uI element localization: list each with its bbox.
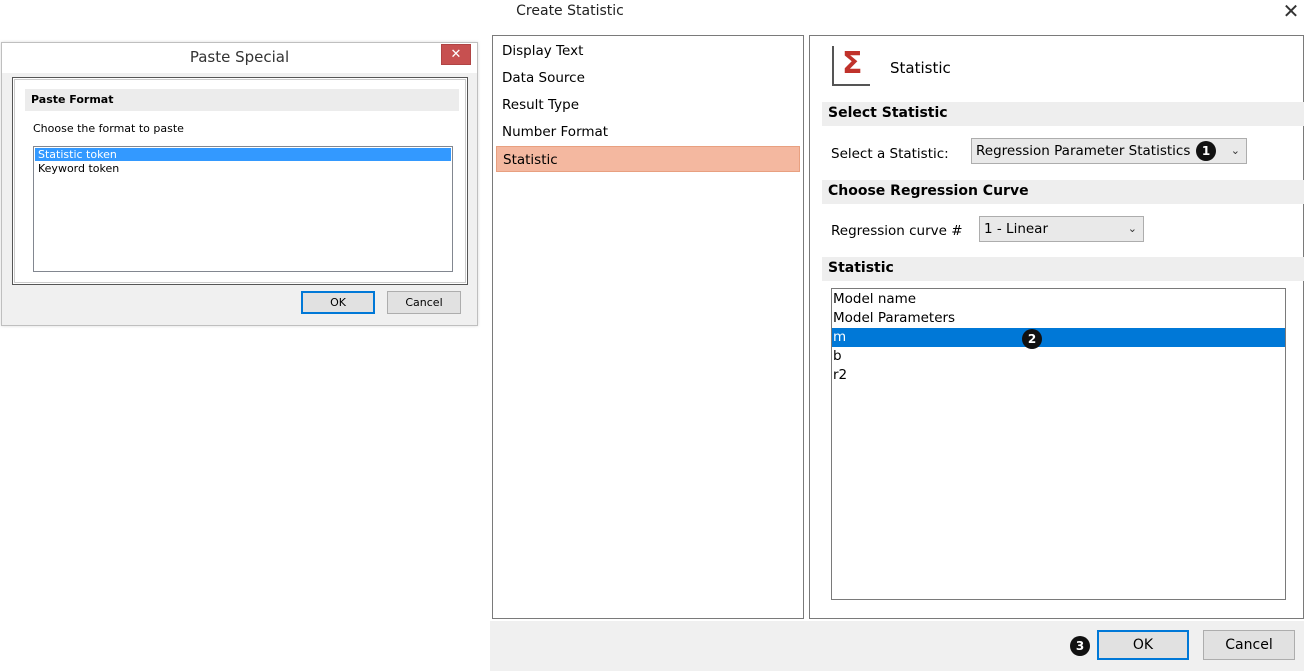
callout-marker-1: 1	[1196, 141, 1216, 161]
nav-item-display-text[interactable]: Display Text	[496, 38, 800, 64]
format-item-keyword-token[interactable]: Keyword token	[35, 162, 451, 175]
create-statistic-footer: 3 OK Cancel	[490, 621, 1304, 671]
regression-curve-value: 1 - Linear	[984, 221, 1048, 237]
statistic-list[interactable]: Model name Model Parameters m b r2	[831, 288, 1286, 600]
create-statistic-close-button[interactable]: ✕	[1280, 0, 1302, 22]
section-statistic: Statistic	[822, 257, 1304, 281]
create-statistic-cancel-button[interactable]: Cancel	[1203, 630, 1295, 660]
create-statistic-ok-button[interactable]: OK	[1097, 630, 1189, 660]
section-choose-regression-curve: Choose Regression Curve	[822, 180, 1304, 204]
sigma-icon: Σ	[832, 46, 870, 86]
close-icon: ✕	[1282, 0, 1300, 23]
select-statistic-value: Regression Parameter Statistics	[976, 143, 1191, 159]
create-statistic-nav: Display Text Data Source Result Type Num…	[492, 35, 804, 619]
chevron-down-icon: ⌄	[1127, 222, 1137, 235]
chevron-down-icon: ⌄	[1230, 144, 1240, 157]
nav-item-number-format[interactable]: Number Format	[496, 119, 800, 145]
nav-item-data-source[interactable]: Data Source	[496, 65, 800, 91]
paste-special-title: Paste Special	[189, 48, 290, 66]
nav-item-statistic[interactable]: Statistic	[496, 146, 800, 172]
regression-curve-label: Regression curve #	[831, 223, 963, 239]
paste-special-cancel-button[interactable]: Cancel	[387, 291, 461, 314]
paste-special-dialog: Paste Special ✕ Paste Format Choose the …	[1, 42, 478, 326]
list-item-m[interactable]: m	[832, 328, 1285, 347]
create-statistic-title: Create Statistic	[516, 3, 624, 19]
list-item-b[interactable]: b	[832, 347, 1285, 366]
list-item-model-parameters[interactable]: Model Parameters	[832, 309, 1285, 328]
paste-format-group: Paste Format Choose the format to paste …	[12, 77, 468, 285]
callout-marker-2: 2	[1022, 329, 1042, 349]
nav-item-result-type[interactable]: Result Type	[496, 92, 800, 118]
paste-special-ok-button[interactable]: OK	[301, 291, 375, 314]
statistic-panel: Σ Statistic Select Statistic Select a St…	[809, 35, 1304, 619]
paste-format-prompt: Choose the format to paste	[33, 122, 184, 135]
list-item-model-name[interactable]: Model name	[832, 290, 1285, 309]
format-item-statistic-token[interactable]: Statistic token	[35, 148, 451, 161]
paste-format-list[interactable]: Statistic token Keyword token	[33, 146, 453, 272]
close-icon: ✕	[450, 47, 462, 62]
paste-special-titlebar: Paste Special ✕	[2, 43, 477, 73]
select-statistic-label: Select a Statistic:	[831, 146, 949, 162]
callout-marker-3: 3	[1070, 636, 1090, 656]
paste-special-close-button[interactable]: ✕	[441, 44, 471, 65]
panel-title: Statistic	[890, 59, 951, 77]
paste-format-header: Paste Format	[25, 89, 459, 111]
regression-curve-dropdown[interactable]: 1 - Linear ⌄	[979, 216, 1144, 242]
list-item-r2[interactable]: r2	[832, 366, 1285, 385]
section-select-statistic: Select Statistic	[822, 102, 1304, 126]
